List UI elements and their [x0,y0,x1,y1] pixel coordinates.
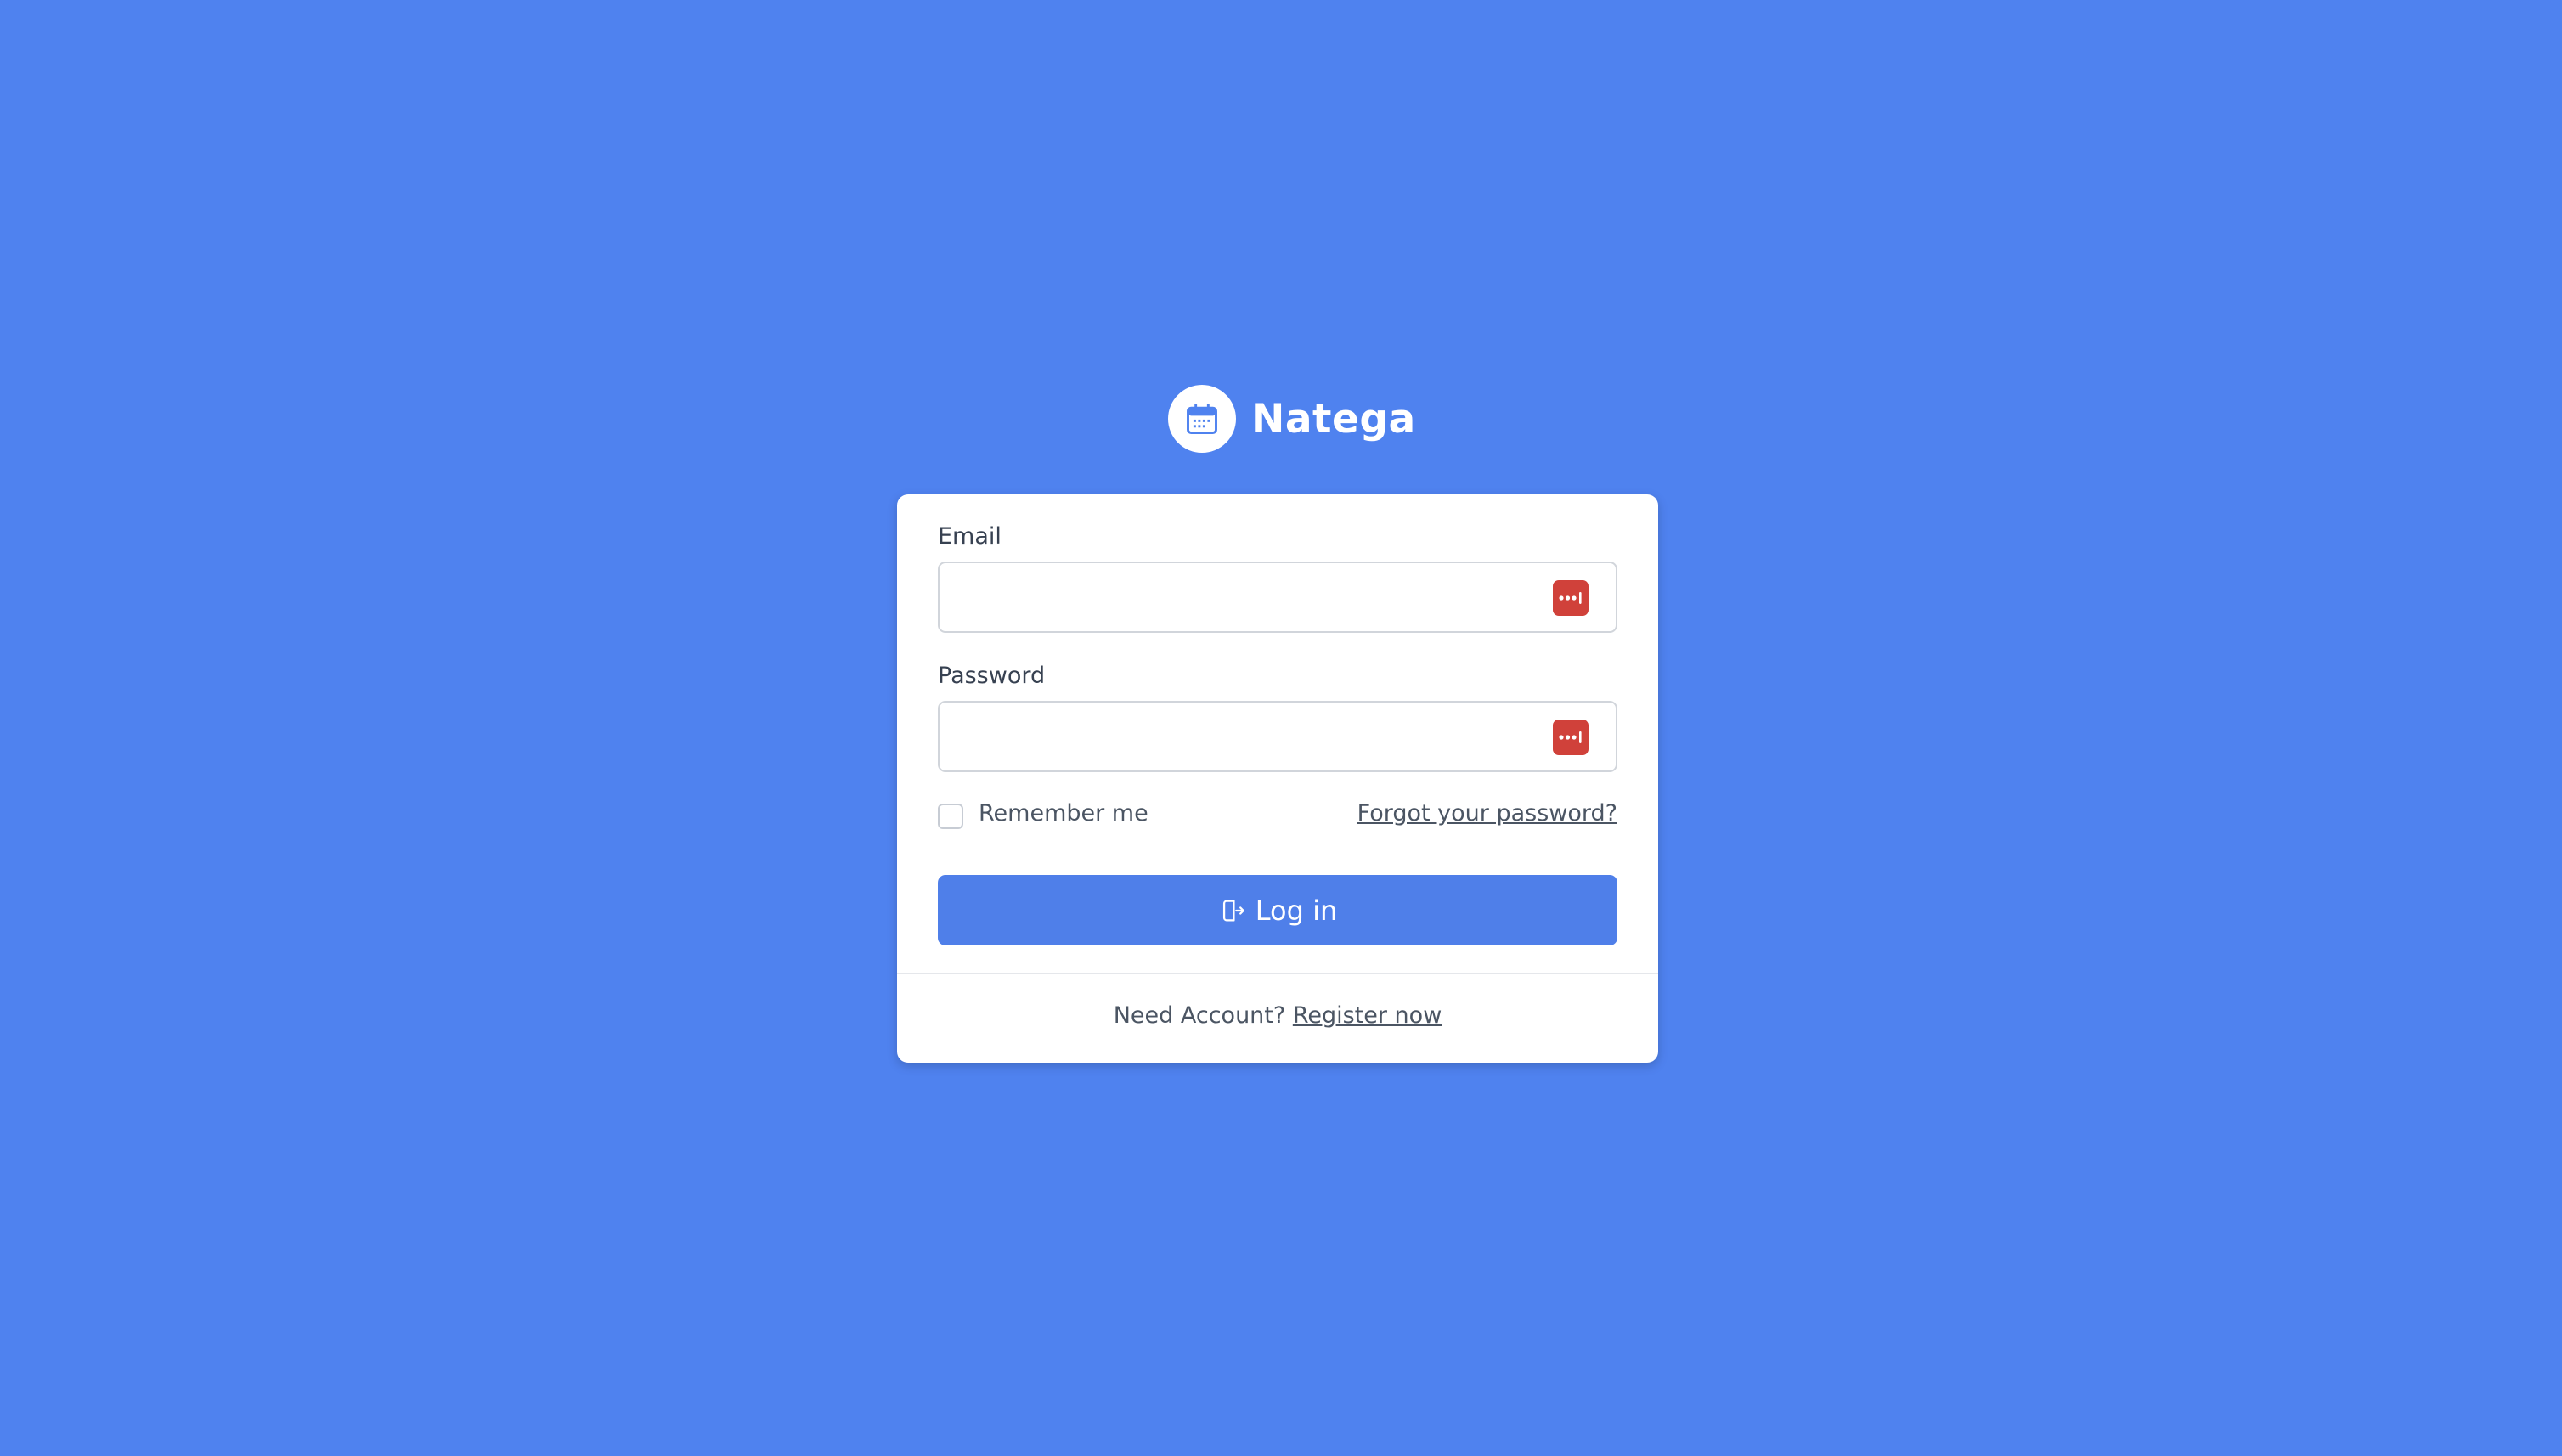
footer: Need Account? Register now [897,1002,1658,1029]
register-link[interactable]: Register now [1293,1002,1442,1029]
login-card: Email Password Remember me Forgot your p… [897,494,1658,1063]
brand: Natega [1168,384,1416,454]
remember-me-checkbox[interactable] [938,804,963,829]
password-manager-icon[interactable] [1553,580,1589,616]
password-label: Password [938,663,1046,689]
sign-in-icon [1222,900,1244,921]
login-button[interactable]: Log in [938,875,1617,945]
need-account-text: Need Account? [1113,1002,1286,1029]
brand-name: Natega [1251,395,1416,443]
brand-logo [1168,385,1236,453]
login-button-label: Log in [1255,894,1338,927]
calendar-icon [1187,404,1217,434]
password-manager-icon[interactable] [1553,720,1589,755]
divider [897,973,1658,974]
email-label: Email [938,523,1002,550]
remember-me-label[interactable]: Remember me [979,800,1148,827]
email-field[interactable] [938,562,1617,633]
forgot-password-link[interactable]: Forgot your password? [1357,800,1617,827]
password-field[interactable] [938,701,1617,772]
